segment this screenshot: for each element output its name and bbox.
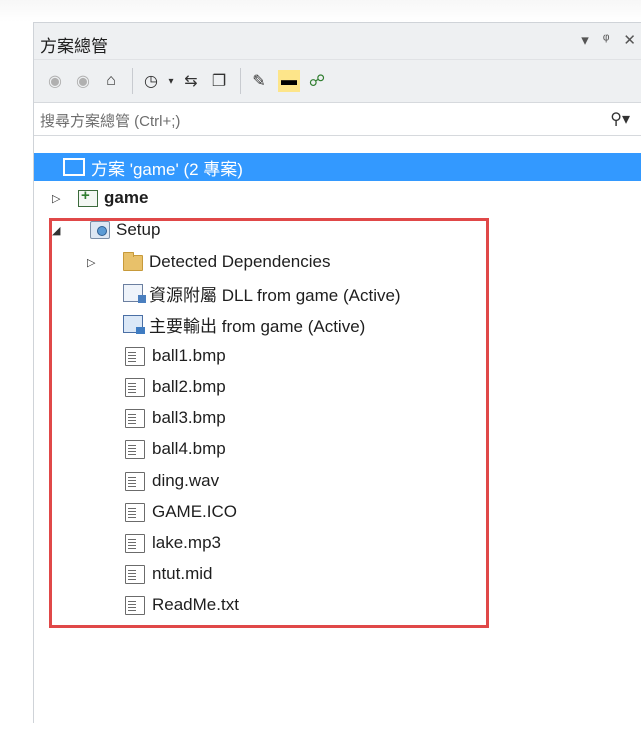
dropdown-icon[interactable]: ▾ [581,31,589,49]
file-icon [125,595,145,615]
file-icon [125,533,145,553]
background-margin [0,0,641,22]
tree-item-file[interactable]: ball1.bmp [123,342,226,370]
panel-titlebar: 方案總管 ▾ ᵠ ✕ [34,23,641,60]
collapse-arrow-icon[interactable]: ◢ [52,224,60,237]
close-icon[interactable]: ✕ [623,31,636,49]
tree-item-label: Detected Dependencies [149,252,331,271]
tree-item-project-game[interactable]: ▷ game [52,184,148,212]
tree-item-label: ReadMe.txt [152,595,239,614]
solution-icon [63,158,85,176]
properties-icon[interactable]: ✎ [248,70,270,92]
history-icon[interactable]: ◷ [140,70,162,92]
tree-item-label: ball4.bmp [152,439,226,458]
tree-item-primary-output[interactable]: 主要輸出 from game (Active) [123,310,365,338]
home-icon[interactable]: ⌂ [100,70,122,92]
tree-item-solution[interactable]: 方案 'game' (2 專案) [34,153,641,181]
back-icon[interactable]: ◉ [44,70,66,92]
file-icon [125,377,145,397]
preview-icon[interactable]: ▬ [278,70,300,92]
forward-icon[interactable]: ◉ [72,70,94,92]
tree-item-label: game [104,188,149,207]
expand-arrow-icon[interactable]: ▷ [87,256,95,269]
toolbar-separator [240,68,241,94]
tree-item-label: ball2.bmp [152,377,226,396]
tree-item-file[interactable]: ntut.mid [123,560,212,588]
toolbar-separator [132,68,133,94]
tree-item-file[interactable]: ding.wav [123,467,219,495]
panel-toolbar: ◉ ◉ ⌂ ◷ ▾ ⇆ ❐ ✎ ▬ ☍ [34,60,641,102]
expand-arrow-icon[interactable]: ▷ [52,192,60,205]
file-icon [125,408,145,428]
file-icon [125,439,145,459]
tree-item-file[interactable]: GAME.ICO [123,498,237,526]
tree-item-label: 方案 'game' (2 專案) [91,159,243,179]
tree-item-label: Setup [116,220,161,239]
panel-title: 方案總管 [40,37,108,56]
file-icon [125,471,145,491]
tree-item-label: 資源附屬 DLL from game (Active) [149,285,401,305]
tree-item-label: GAME.ICO [152,502,238,521]
collapse-icon[interactable]: ❐ [208,70,230,92]
tree-item-file[interactable]: ball2.bmp [123,373,226,401]
file-icon [125,564,145,584]
pin-icon[interactable]: ᵠ [603,31,610,49]
tree-item-label: ding.wav [152,471,220,490]
solution-explorer-panel: 方案總管 ▾ ᵠ ✕ ◉ ◉ ⌂ ◷ ▾ ⇆ ❐ ✎ ▬ ☍ 搜尋方案總管 (C… [33,22,641,723]
tree-item-detected-dependencies[interactable]: ▷ Detected Dependencies [87,248,330,276]
folder-icon [123,252,143,271]
tree-item-file[interactable]: lake.mp3 [123,529,221,557]
tree-item-file[interactable]: ball4.bmp [123,435,226,463]
resource-output-icon [123,284,146,303]
file-icon [125,346,145,366]
sync-icon[interactable]: ⇆ [180,70,202,92]
primary-output-icon [123,315,145,334]
tree-item-project-setup[interactable]: ◢ Setup [52,216,160,244]
tree-item-label: ball3.bmp [152,408,226,427]
search-input[interactable]: 搜尋方案總管 (Ctrl+;) [40,110,180,131]
search-icon[interactable]: ⚲▾ [610,109,630,129]
search-box[interactable]: 搜尋方案總管 (Ctrl+;) ⚲▾ [34,102,641,136]
history-dropdown-icon[interactable]: ▾ [160,70,182,92]
file-icon [125,502,145,522]
tree-item-label: ball1.bmp [152,346,226,365]
project-icon [78,187,98,207]
tree-item-file[interactable]: ReadMe.txt [123,591,239,619]
setup-project-icon [90,221,110,239]
tree-item-label: lake.mp3 [152,533,221,552]
tree-item-file[interactable]: ball3.bmp [123,404,226,432]
diagram-icon[interactable]: ☍ [306,70,328,92]
tree-item-satellite-dll[interactable]: 資源附屬 DLL from game (Active) [123,279,401,307]
tree-item-label: ntut.mid [152,564,213,583]
tree-item-label: 主要輸出 from game (Active) [149,316,366,336]
